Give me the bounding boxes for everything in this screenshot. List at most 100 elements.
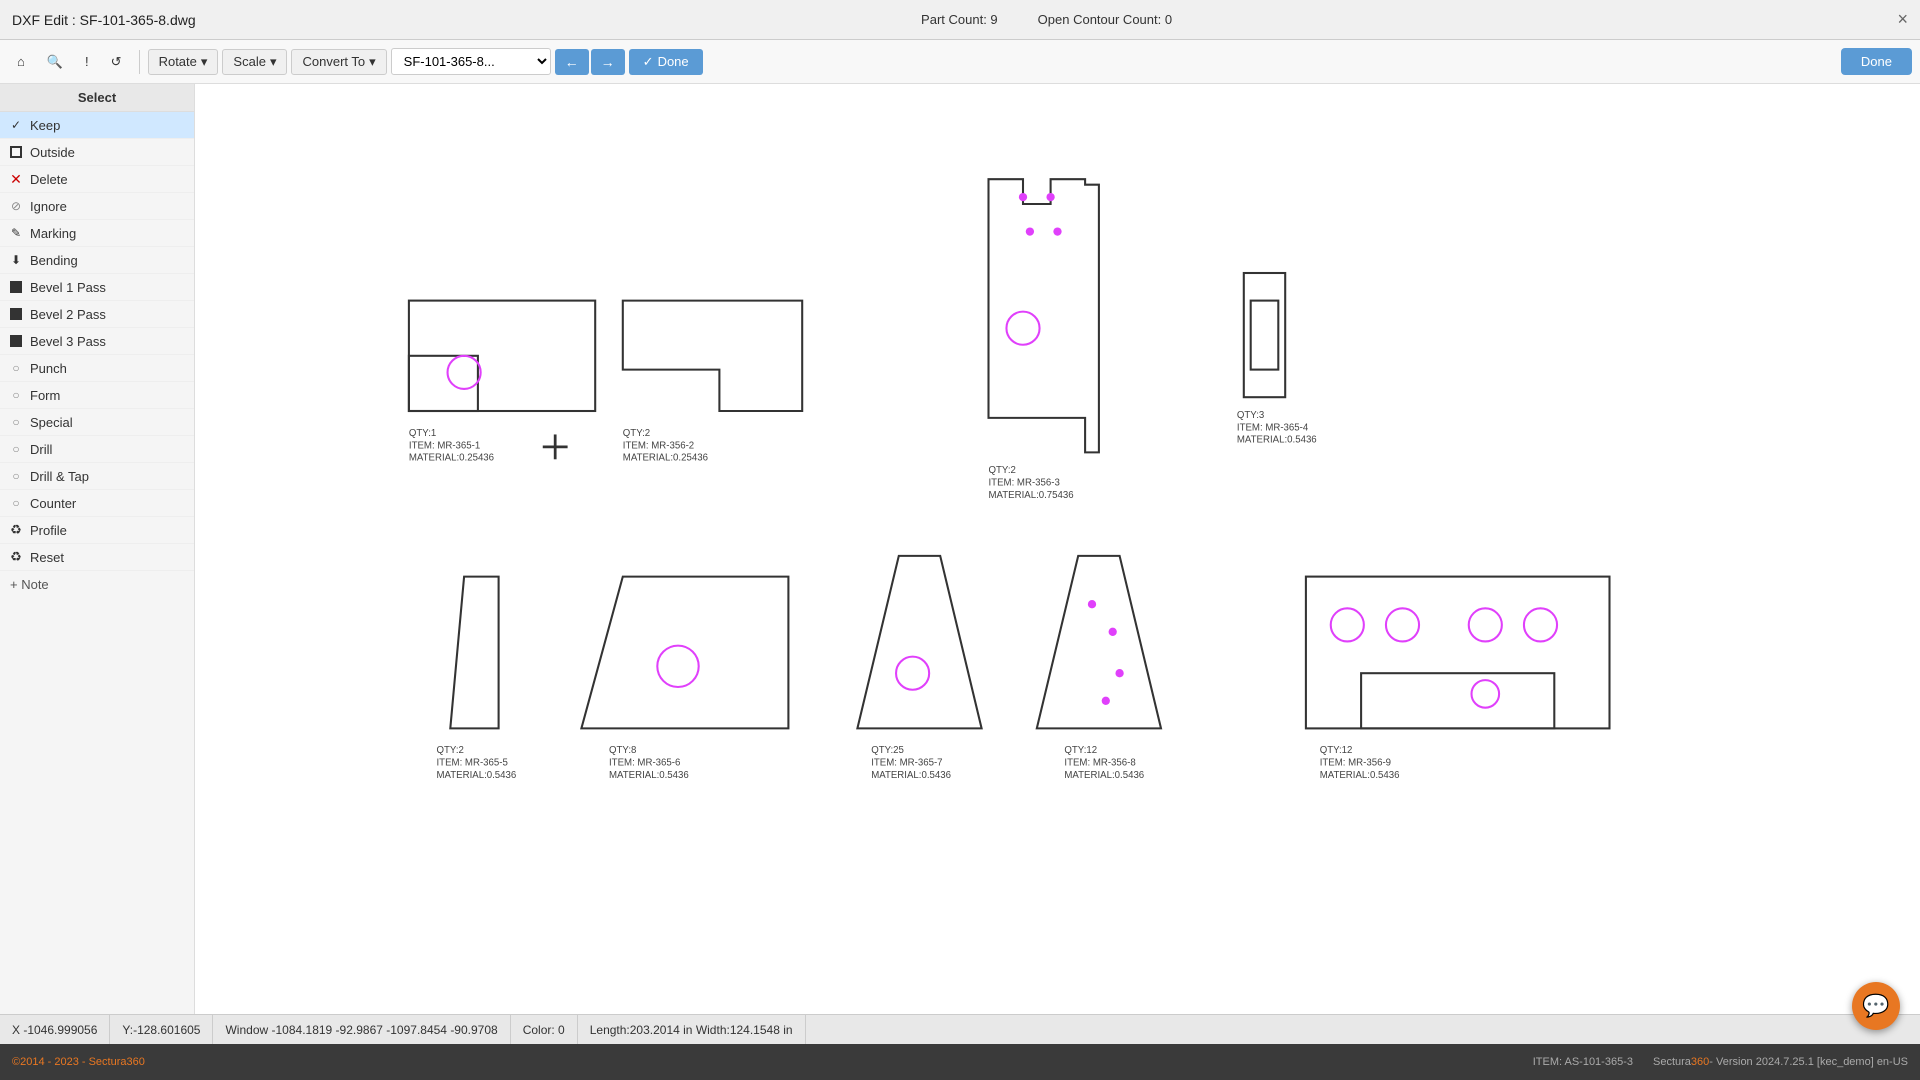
window-title: DXF Edit : SF-101-365-8.dwg [12, 12, 196, 28]
item-info: ITEM: AS-101-365-3 [1533, 1056, 1633, 1068]
check-icon: ✓ [8, 117, 24, 133]
refresh-icon: ↺ [111, 54, 122, 70]
done-toolbar-button[interactable]: ✓ Done [629, 49, 703, 75]
drill-icon: ○ [8, 441, 24, 457]
svg-text:ITEM: MR-356-3: ITEM: MR-356-3 [989, 478, 1060, 489]
part-group-6: QTY:8 ITEM: MR-365-6 MATERIAL:0.5436 [581, 577, 788, 781]
convert-to-label: Convert To [302, 54, 365, 69]
svg-text:MATERIAL:0.25436: MATERIAL:0.25436 [409, 453, 494, 464]
svg-text:MATERIAL:0.5436: MATERIAL:0.5436 [871, 770, 951, 781]
length-info: Length:203.2014 in Width:124.1548 in [578, 1015, 806, 1044]
chevron-down-icon: ▾ [270, 54, 277, 70]
add-note-button[interactable]: + Note [0, 571, 194, 598]
drilltap-icon: ○ [8, 468, 24, 484]
x-coord: X -1046.999056 [0, 1015, 110, 1044]
svg-text:QTY:12: QTY:12 [1320, 745, 1353, 756]
svg-text:QTY:3: QTY:3 [1237, 410, 1264, 421]
version-detail: Sectura360- Version 2024.7.25.1 [kec_dem… [1653, 1056, 1908, 1068]
toolbar: ⌂ 🔍 ! ↺ Rotate ▾ Scale ▾ Convert To ▾ SF… [0, 40, 1920, 84]
sidebar-item-form[interactable]: ○ Form [0, 382, 194, 409]
version-info-area: ITEM: AS-101-365-3 Sectura360- Version 2… [1533, 1056, 1908, 1068]
sidebar-item-ignore[interactable]: ⊘ Ignore [0, 193, 194, 220]
sidebar-item-delete[interactable]: ✕ Delete [0, 166, 194, 193]
search-icon: 🔍 [47, 54, 63, 70]
sidebar-item-bending[interactable]: ⬇ Bending [0, 247, 194, 274]
outside-label: Outside [30, 145, 75, 160]
svg-text:MATERIAL:0.5436: MATERIAL:0.5436 [1064, 770, 1144, 781]
sidebar-item-drilltap[interactable]: ○ Drill & Tap [0, 463, 194, 490]
sidebar-item-counter[interactable]: ○ Counter [0, 490, 194, 517]
form-label: Form [30, 388, 60, 403]
sidebar-item-bevel1[interactable]: Bevel 1 Pass [0, 274, 194, 301]
sidebar-item-marking[interactable]: ✎ Marking [0, 220, 194, 247]
sidebar-item-bevel3[interactable]: Bevel 3 Pass [0, 328, 194, 355]
svg-text:ITEM: MR-365-4: ITEM: MR-365-4 [1237, 422, 1309, 433]
file-selector[interactable]: SF-101-365-8... [391, 48, 551, 75]
search-button[interactable]: 🔍 [38, 49, 72, 75]
counter-label: Counter [30, 496, 76, 511]
part-group-8: QTY:12 ITEM: MR-356-8 MATERIAL:0.5436 [1037, 556, 1161, 781]
rotate-dropdown[interactable]: Rotate ▾ [148, 49, 219, 75]
sidebar-item-reset[interactable]: ♻ Reset [0, 544, 194, 571]
y-coord: Y:-128.601605 [110, 1015, 213, 1044]
svg-text:MATERIAL:0.5436: MATERIAL:0.5436 [1237, 435, 1317, 446]
refresh-button[interactable]: ↺ [102, 49, 131, 75]
svg-text:QTY:12: QTY:12 [1064, 745, 1097, 756]
svg-text:QTY:2: QTY:2 [437, 745, 464, 756]
drill-label: Drill [30, 442, 52, 457]
bending-label: Bending [30, 253, 78, 268]
info-button[interactable]: ! [76, 49, 98, 74]
done-right-button[interactable]: Done [1841, 48, 1912, 75]
special-label: Special [30, 415, 73, 430]
copyright-info: ©2014 - 2023 - Sectura360 [12, 1056, 145, 1068]
svg-text:MATERIAL:0.5436: MATERIAL:0.5436 [609, 770, 689, 781]
svg-text:ITEM: MR-356-9: ITEM: MR-356-9 [1320, 758, 1391, 769]
svg-text:QTY:2: QTY:2 [623, 428, 650, 439]
separator-1 [139, 50, 140, 74]
sidebar-item-drill[interactable]: ○ Drill [0, 436, 194, 463]
next-arrow-button[interactable]: → [591, 49, 625, 75]
copyright-text: ©2014 - 2023 - Sectura [12, 1056, 127, 1068]
part-group-9: QTY:12 ITEM: MR-356-9 MATERIAL:0.5436 [1306, 577, 1610, 781]
xmark-icon: ✕ [8, 171, 24, 187]
sidebar-item-special[interactable]: ○ Special [0, 409, 194, 436]
home-button[interactable]: ⌂ [8, 49, 34, 74]
scale-dropdown[interactable]: Scale ▾ [222, 49, 287, 75]
svg-text:QTY:2: QTY:2 [989, 465, 1016, 476]
counter-icon: ○ [8, 495, 24, 511]
window-info: Window -1084.1819 -92.9867 -1097.8454 -9… [213, 1015, 510, 1044]
sidebar-item-outside[interactable]: Outside [0, 139, 194, 166]
keep-label: Keep [30, 118, 60, 133]
drilltap-label: Drill & Tap [30, 469, 89, 484]
reset-icon: ♻ [8, 549, 24, 565]
close-button[interactable]: × [1897, 9, 1908, 30]
chat-button[interactable]: 💬 [1852, 982, 1900, 1030]
bevel3-label: Bevel 3 Pass [30, 334, 106, 349]
bevel3-icon [8, 333, 24, 349]
reset-label: Reset [30, 550, 64, 565]
convert-to-dropdown[interactable]: Convert To ▾ [291, 49, 386, 75]
circle-x-icon: ⊘ [8, 198, 24, 214]
punch-label: Punch [30, 361, 67, 376]
chevron-down-icon: ▾ [201, 54, 208, 70]
title-bar: DXF Edit : SF-101-365-8.dwg Part Count: … [0, 0, 1920, 40]
part-group-4: QTY:3 ITEM: MR-365-4 MATERIAL:0.5436 [1237, 273, 1317, 446]
sidebar-item-punch[interactable]: ○ Punch [0, 355, 194, 382]
svg-text:QTY:1: QTY:1 [409, 428, 436, 439]
open-contour-count: Open Contour Count: 0 [1038, 12, 1172, 27]
canvas-area[interactable]: QTY:1 ITEM: MR-365-1 MATERIAL:0.25436 QT… [195, 84, 1920, 1014]
marking-label: Marking [30, 226, 76, 241]
sidebar-item-bevel2[interactable]: Bevel 2 Pass [0, 301, 194, 328]
sidebar-item-keep[interactable]: ✓ Keep [0, 112, 194, 139]
part-group-7: QTY:25 ITEM: MR-365-7 MATERIAL:0.5436 [857, 556, 981, 781]
sidebar-item-profile[interactable]: ♻ Profile [0, 517, 194, 544]
svg-text:ITEM: MR-356-2: ITEM: MR-356-2 [623, 440, 694, 451]
punch-icon: ○ [8, 360, 24, 376]
prev-arrow-button[interactable]: ← [555, 49, 589, 75]
part-group-2: QTY:2 ITEM: MR-356-2 MATERIAL:0.25436 [623, 301, 802, 464]
title-bar-info: Part Count: 9 Open Contour Count: 0 [921, 12, 1172, 27]
nav-arrows: ← → [555, 49, 625, 75]
svg-text:ITEM: MR-365-1: ITEM: MR-365-1 [409, 440, 480, 451]
bevel1-icon [8, 279, 24, 295]
svg-text:MATERIAL:0.5436: MATERIAL:0.5436 [1320, 770, 1400, 781]
